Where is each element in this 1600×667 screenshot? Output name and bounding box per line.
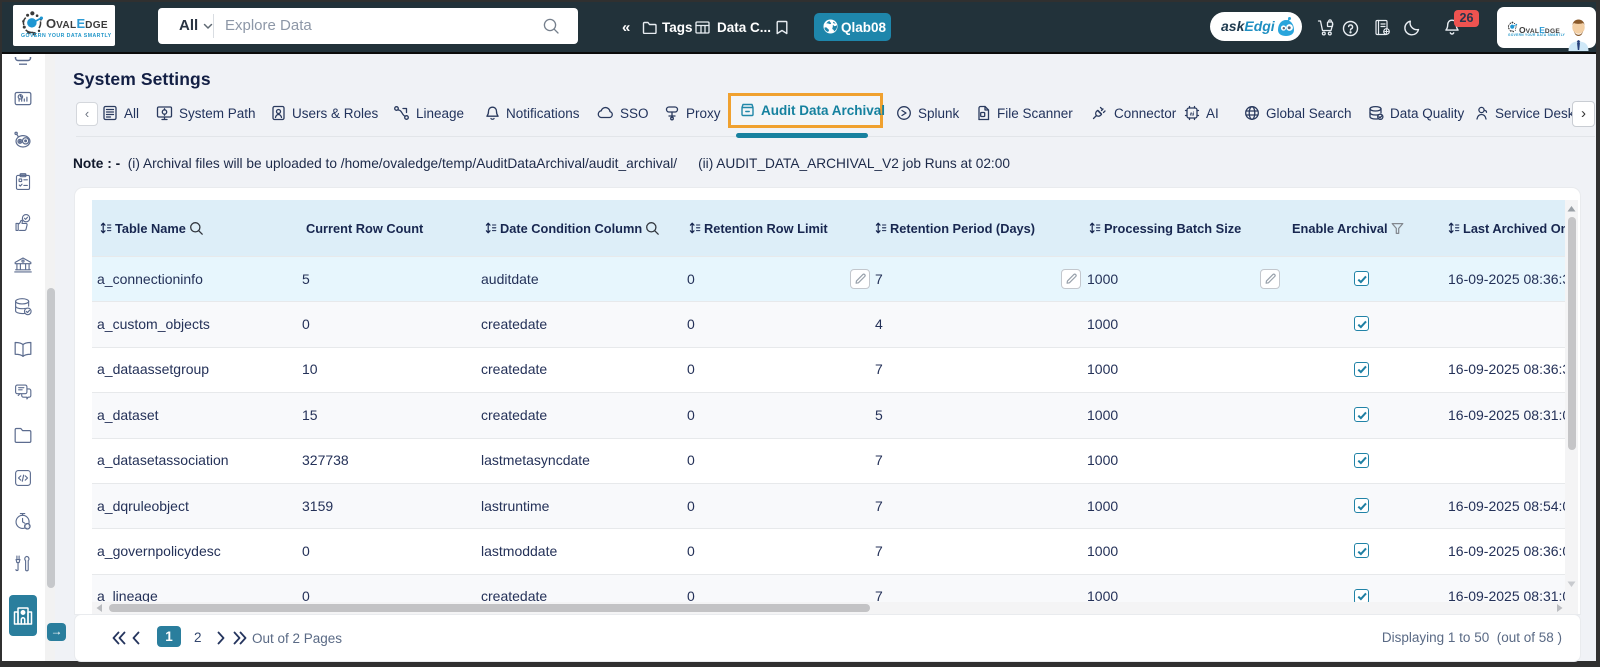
- svg-text:ai: ai: [1190, 111, 1195, 117]
